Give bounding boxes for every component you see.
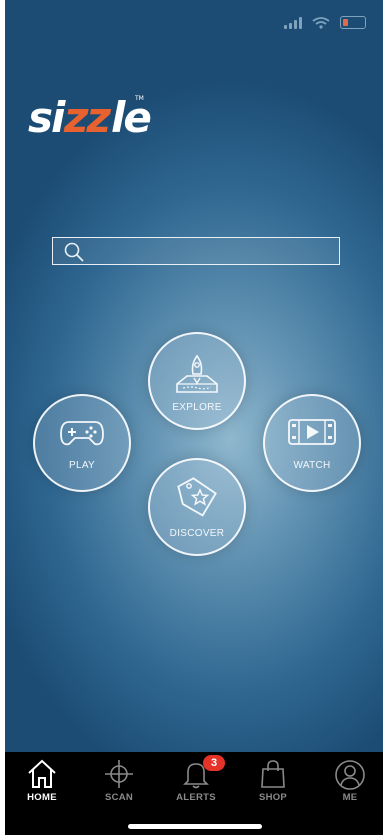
frame-edge-left: [0, 0, 5, 835]
tab-shop[interactable]: SHOP: [238, 752, 308, 812]
search-input[interactable]: [91, 240, 333, 264]
play-button[interactable]: PLAY: [33, 394, 131, 492]
cellular-signal-icon: [284, 16, 302, 29]
status-bar: [284, 16, 366, 29]
search-icon: [64, 242, 84, 262]
frame-edge-right: [383, 0, 388, 835]
battery-icon: [340, 16, 366, 29]
watch-label: WATCH: [293, 460, 331, 471]
star-tag-icon: [177, 477, 217, 517]
tab-scan-label: SCAN: [104, 792, 134, 803]
home-icon: [28, 759, 56, 788]
tab-scan[interactable]: SCAN: [84, 752, 154, 812]
svg-text:zz: zz: [63, 93, 111, 140]
tab-shop-label: SHOP: [258, 792, 288, 803]
tab-home-label: HOME: [27, 792, 57, 803]
user-icon: [335, 760, 365, 790]
play-label: PLAY: [68, 460, 96, 471]
app-screen: si zz le TM EXPLORE PLAY WATCH DISCOVER: [0, 0, 388, 835]
svg-text:si: si: [28, 93, 66, 140]
svg-text:TM: TM: [134, 95, 144, 102]
tab-alerts[interactable]: 3 ALERTS: [161, 752, 231, 812]
crosshair-icon: [105, 760, 133, 788]
search-bar[interactable]: [52, 237, 340, 265]
shopping-bag-icon: [261, 760, 285, 788]
discover-label: DISCOVER: [169, 528, 225, 539]
wifi-icon: [312, 16, 330, 29]
alerts-count-badge: 3: [203, 755, 225, 771]
tab-alerts-label: ALERTS: [176, 792, 216, 803]
svg-text:le: le: [111, 93, 150, 140]
tab-me-label: ME: [342, 792, 358, 803]
rocket-map-icon: [176, 354, 218, 393]
video-play-icon: [288, 419, 336, 445]
tab-home[interactable]: HOME: [7, 752, 77, 812]
watch-button[interactable]: WATCH: [263, 394, 361, 492]
explore-label: EXPLORE: [172, 402, 222, 413]
bottom-tab-bar: HOME SCAN 3 ALERTS SHOP ME: [0, 752, 388, 835]
explore-button[interactable]: EXPLORE: [148, 332, 246, 430]
sizzle-logo: si zz le TM: [28, 88, 158, 142]
tab-me[interactable]: ME: [315, 752, 385, 812]
gamepad-icon: [60, 421, 104, 446]
home-indicator: [128, 824, 262, 829]
discover-button[interactable]: DISCOVER: [148, 458, 246, 556]
